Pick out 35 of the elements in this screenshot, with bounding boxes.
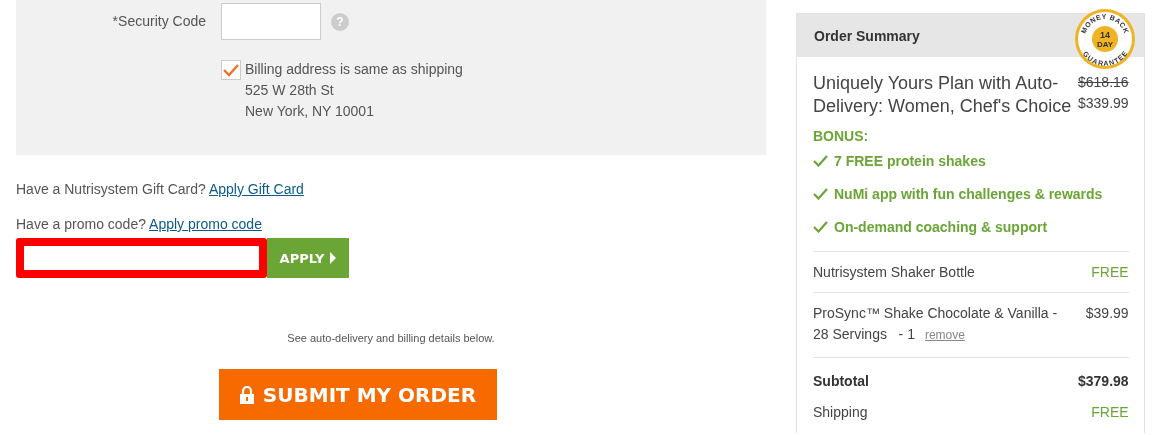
- total-value: $379.98: [1078, 373, 1129, 391]
- remove-link[interactable]: remove: [924, 328, 965, 342]
- billing-note: See auto-delivery and billing details below.: [286, 331, 496, 345]
- total-value: FREE: [1091, 404, 1129, 422]
- original-price: $618.16: [1078, 73, 1129, 92]
- total-label: Subtotal: [813, 373, 869, 391]
- bonus-item: 7 FREE protein shakes: [834, 152, 986, 169]
- field-label: *Security Code: [111, 12, 207, 29]
- checkbox-label: Billing address is same as shipping: [245, 60, 463, 79]
- check-icon: [813, 220, 828, 233]
- bonus-item: On-demand coaching & support: [834, 218, 1048, 235]
- apply-promo-link[interactable]: Apply promo code: [149, 216, 262, 232]
- item-price: FREE: [1091, 263, 1129, 282]
- item-name: Nutrisystem Shaker Bottle: [813, 263, 976, 282]
- checkbox[interactable]: [221, 60, 241, 80]
- apply-button[interactable]: APPLY: [267, 238, 349, 278]
- check-icon: [813, 154, 828, 167]
- total-label: Shipping: [813, 404, 868, 422]
- plan-name: Uniquely Yours Plan with Auto-Delivery: Women, Chef's Choice: [813, 72, 1073, 118]
- plan-price: $339.99: [1078, 94, 1129, 113]
- check-icon: [813, 187, 828, 200]
- caret-icon: [330, 252, 337, 264]
- submit-order-button[interactable]: SUBMIT MY ORDER: [219, 369, 497, 420]
- item-name: ProSync™ Shake Chocolate & Vanilla - 28 Servings - 1 remove: [813, 304, 1059, 344]
- address-line: New York, NY 10001: [245, 102, 374, 121]
- address-line: 525 W 28th St: [245, 81, 334, 100]
- lock-icon: [239, 385, 254, 404]
- gift-card-prompt: Have a Nutrisystem Gift Card? Apply Gift Card: [16, 180, 304, 198]
- bonus-item: NuMi app with fun challenges & rewards: [834, 185, 1103, 202]
- apply-gift-card-link[interactable]: Apply Gift Card: [208, 181, 304, 197]
- item-price: $39.99: [1085, 304, 1129, 323]
- promo-code-field[interactable]: [16, 238, 267, 278]
- security-code-field[interactable]: [221, 3, 321, 40]
- promo-prompt: Have a promo code? Apply promo code: [16, 215, 262, 233]
- bonus-title: BONUS:: [813, 128, 870, 144]
